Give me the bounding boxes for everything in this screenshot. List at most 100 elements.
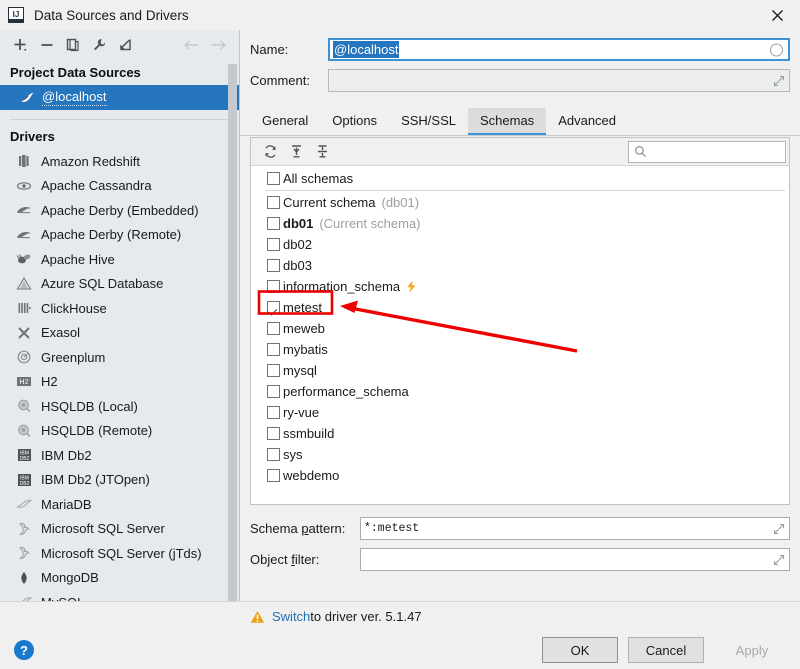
checkbox[interactable] <box>267 172 280 185</box>
driver-item-hsqldb-local[interactable]: HSQLDB (Local) <box>0 394 239 419</box>
driver-item-exasol[interactable]: Exasol <box>0 321 239 346</box>
mysql-dolphin-icon <box>18 90 36 106</box>
schema-pattern-input[interactable]: *:metest <box>360 517 790 540</box>
schema-label: information_schema <box>283 279 401 294</box>
schema-row-all-schemas[interactable]: All schemas <box>251 168 789 189</box>
driver-item-ibm-db2[interactable]: IBM DB2 IBM Db2 <box>0 443 239 468</box>
schema-row-ry-vue[interactable]: ry-vue <box>251 402 789 423</box>
checkbox[interactable] <box>267 280 280 293</box>
driver-item-clickhouse[interactable]: ClickHouse <box>0 296 239 321</box>
schema-list-divider <box>265 190 785 191</box>
ok-button[interactable]: OK <box>542 637 618 663</box>
object-filter-input[interactable] <box>360 548 790 571</box>
refresh-icon[interactable] <box>257 140 283 164</box>
schema-pattern-row: Schema pattern: *:metest <box>250 517 790 540</box>
schema-row-ssmbuild[interactable]: ssmbuild <box>251 423 789 444</box>
cancel-button[interactable]: Cancel <box>628 637 704 663</box>
schema-row-db02[interactable]: db02 <box>251 234 789 255</box>
checkbox[interactable] <box>267 259 280 272</box>
driver-item-h2[interactable]: H2 H2 <box>0 370 239 395</box>
driver-item-microsoft-sql-server-jtds[interactable]: Microsoft SQL Server (jTds) <box>0 541 239 566</box>
tree-divider <box>10 119 229 120</box>
help-question-icon[interactable]: ? <box>11 637 37 663</box>
driver-label: IBM Db2 <box>41 447 92 463</box>
driver-item-mongodb[interactable]: MongoDB <box>0 566 239 591</box>
remove-button[interactable] <box>34 33 60 57</box>
lightning-bolt-icon <box>406 280 417 293</box>
tab-ssh-ssl[interactable]: SSH/SSL <box>389 108 468 134</box>
mssql-icon <box>14 520 34 538</box>
checkbox[interactable] <box>267 343 280 356</box>
checkbox[interactable] <box>267 364 280 377</box>
expand-icon[interactable] <box>773 75 785 87</box>
arrow-left-icon[interactable] <box>179 33 205 57</box>
driver-item-azure-sql-database[interactable]: Azure SQL Database <box>0 272 239 297</box>
checkbox[interactable] <box>267 448 280 461</box>
driver-item-amazon-redshift[interactable]: Amazon Redshift <box>0 149 239 174</box>
schema-label: sys <box>283 447 303 462</box>
checkbox[interactable] <box>267 427 280 440</box>
project-data-sources-heading: Project Data Sources <box>10 65 141 80</box>
driver-label: Microsoft SQL Server (jTds) <box>41 545 202 561</box>
schemas-list[interactable]: All schemas Current schema (db01) db01 (… <box>251 166 789 504</box>
driver-item-ibm-db2-jtopen[interactable]: IBM DB2 IBM Db2 (JTOpen) <box>0 468 239 493</box>
schema-row-current-schema[interactable]: Current schema (db01) <box>251 192 789 213</box>
azure-triangle-icon <box>14 275 34 293</box>
schema-row-information-schema[interactable]: information_schema <box>251 276 789 297</box>
close-icon[interactable] <box>754 0 800 30</box>
driver-label: Apache Derby (Embedded) <box>41 202 199 218</box>
collapse-all-icon[interactable] <box>309 140 335 164</box>
driver-item-apache-cassandra[interactable]: Apache Cassandra <box>0 174 239 199</box>
tab-schemas[interactable]: Schemas <box>467 108 547 136</box>
arrow-into-corner-icon[interactable] <box>112 33 138 57</box>
dialog-footer: ? OK Cancel Apply <box>0 631 800 669</box>
schema-row-meweb[interactable]: meweb <box>251 318 789 339</box>
driver-item-microsoft-sql-server[interactable]: Microsoft SQL Server <box>0 517 239 542</box>
checkbox[interactable] <box>267 322 280 335</box>
checkbox[interactable] <box>267 406 280 419</box>
expand-all-icon[interactable] <box>283 140 309 164</box>
svg-text:H2: H2 <box>20 379 29 386</box>
checkbox[interactable] <box>267 217 280 230</box>
checkbox[interactable] <box>267 385 280 398</box>
copy-icon[interactable] <box>60 33 86 57</box>
expand-icon[interactable] <box>773 554 785 566</box>
wrench-icon[interactable] <box>86 33 112 57</box>
checkbox[interactable] <box>267 238 280 251</box>
schema-row-performance-schema[interactable]: performance_schema <box>251 381 789 402</box>
schema-label: db03 <box>283 258 312 273</box>
switch-driver-link[interactable]: Switch <box>272 609 310 624</box>
driver-item-apache-derby-embedded[interactable]: Apache Derby (Embedded) <box>0 198 239 223</box>
checkbox[interactable] <box>267 469 280 482</box>
title-bar: Data Sources and Drivers <box>0 0 800 30</box>
driver-label: Apache Derby (Remote) <box>41 227 182 243</box>
data-source-item-localhost[interactable]: @localhost <box>0 85 239 110</box>
schema-row-mysql[interactable]: mysql <box>251 360 789 381</box>
schema-row-webdemo[interactable]: webdemo <box>251 465 789 486</box>
schema-row-mybatis[interactable]: mybatis <box>251 339 789 360</box>
search-input[interactable] <box>628 140 786 163</box>
driver-item-mariadb[interactable]: MariaDB <box>0 492 239 517</box>
tab-general[interactable]: General <box>250 108 320 134</box>
name-input[interactable]: @localhost <box>328 38 790 61</box>
driver-item-apache-derby-remote[interactable]: Apache Derby (Remote) <box>0 223 239 248</box>
add-button[interactable] <box>8 33 34 57</box>
schema-row-db03[interactable]: db03 <box>251 255 789 276</box>
left-panel-scrollbar[interactable] <box>228 64 237 631</box>
tab-options[interactable]: Options <box>320 108 389 134</box>
hsqldb-icon <box>14 397 34 415</box>
driver-item-greenplum[interactable]: Greenplum <box>0 345 239 370</box>
checkbox[interactable] <box>267 301 280 314</box>
checkbox[interactable] <box>267 196 280 209</box>
schema-label: mybatis <box>283 342 328 357</box>
arrow-right-icon[interactable] <box>205 33 231 57</box>
driver-item-apache-hive[interactable]: Apache Hive <box>0 247 239 272</box>
name-field-row: Name: @localhost <box>250 38 790 61</box>
tab-advanced[interactable]: Advanced <box>546 108 628 134</box>
schema-row-sys[interactable]: sys <box>251 444 789 465</box>
schema-row-db01[interactable]: db01 (Current schema) <box>251 213 789 234</box>
comment-input[interactable] <box>328 69 790 92</box>
expand-icon[interactable] <box>773 523 785 535</box>
driver-item-hsqldb-remote[interactable]: HSQLDB (Remote) <box>0 419 239 444</box>
schema-row-metest[interactable]: metest <box>251 297 789 318</box>
